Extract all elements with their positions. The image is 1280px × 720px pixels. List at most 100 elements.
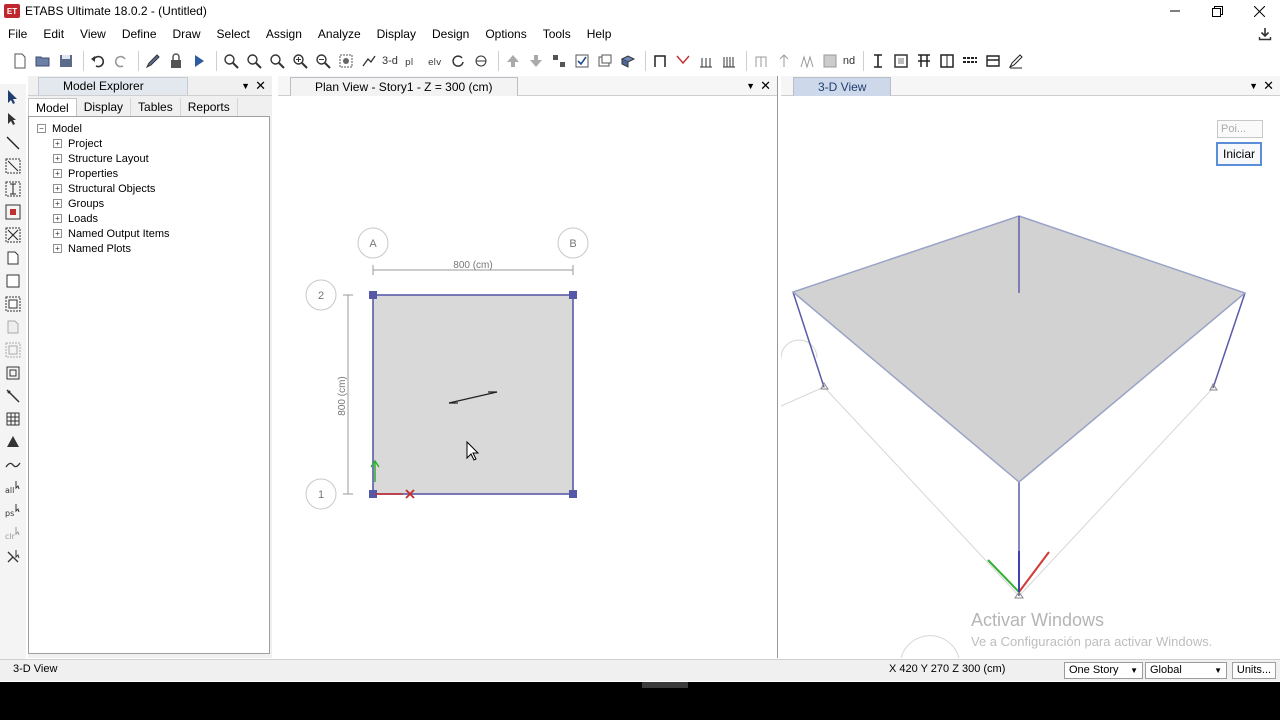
assign-button[interactable]	[983, 51, 1003, 71]
tree-item-project[interactable]: + Project	[29, 136, 269, 151]
object-shrink-button[interactable]	[549, 51, 569, 71]
new-model-button[interactable]	[10, 51, 30, 71]
menu-options[interactable]: Options	[477, 23, 534, 45]
iniciar-button[interactable]: Iniciar	[1216, 142, 1262, 166]
menu-draw[interactable]: Draw	[165, 23, 209, 45]
draw-column-button[interactable]	[3, 179, 23, 199]
expand-icon[interactable]: +	[53, 229, 62, 238]
menu-view[interactable]: View	[72, 23, 114, 45]
draw-wall-stack-button[interactable]	[3, 363, 23, 383]
close-window-button[interactable]	[1238, 0, 1280, 22]
save-button[interactable]	[56, 51, 76, 71]
minimize-button[interactable]	[1154, 0, 1196, 22]
menu-analyze[interactable]: Analyze	[310, 23, 369, 45]
tree-item-structure-layout[interactable]: + Structure Layout	[29, 151, 269, 166]
menu-display[interactable]: Display	[369, 23, 424, 45]
collapse-icon[interactable]: −	[37, 124, 46, 133]
close-icon[interactable]: ✕	[255, 78, 266, 94]
plan-canvas[interactable]: A B 2 1 800 (cm) 800 (cm)	[278, 96, 778, 658]
rotate-view-button[interactable]	[448, 51, 468, 71]
expand-icon[interactable]: +	[53, 169, 62, 178]
tab-plan-view[interactable]: Plan View - Story1 - Z = 300 (cm)	[290, 77, 518, 96]
draw-rect-slab-button[interactable]	[3, 271, 23, 291]
set-display-button[interactable]	[595, 51, 615, 71]
select-all-button[interactable]: all	[3, 478, 23, 498]
run-analysis-button[interactable]	[189, 51, 209, 71]
rubber-band-button[interactable]	[359, 51, 379, 71]
clear-selection-button[interactable]: clr	[3, 524, 23, 544]
joint-marker[interactable]	[569, 490, 577, 498]
panel-menu-arrow-icon[interactable]: ▼	[746, 81, 755, 91]
close-icon[interactable]: ✕	[1263, 78, 1274, 94]
draw-brace-button-left[interactable]	[3, 225, 23, 245]
close-icon[interactable]: ✕	[760, 78, 771, 94]
draw-brace-button[interactable]	[673, 51, 693, 71]
move-down-button[interactable]	[526, 51, 546, 71]
draw-tendon-button[interactable]	[3, 386, 23, 406]
poi-input[interactable]: Poi...	[1217, 120, 1263, 138]
draw-link-button[interactable]	[774, 51, 794, 71]
draw-grid-button[interactable]	[751, 51, 771, 71]
move-up-button[interactable]	[503, 51, 523, 71]
menu-file[interactable]: File	[0, 23, 35, 45]
pointer-button[interactable]	[3, 87, 23, 107]
intersecting-line-button[interactable]	[3, 547, 23, 567]
expand-icon[interactable]: +	[53, 154, 62, 163]
draw-area-button[interactable]	[820, 51, 840, 71]
tab-tables[interactable]: Tables	[131, 98, 181, 116]
menu-help[interactable]: Help	[579, 23, 620, 45]
zoom-out-button[interactable]	[313, 51, 333, 71]
menu-tools[interactable]: Tools	[535, 23, 579, 45]
draw-frame-button[interactable]	[650, 51, 670, 71]
elevation-view-button[interactable]: elv	[425, 51, 445, 71]
lock-button[interactable]	[166, 51, 186, 71]
view-3d-label[interactable]: 3-d	[382, 55, 398, 67]
plan-view-pane[interactable]: Plan View - Story1 - Z = 300 (cm) ▼ ✕ A …	[278, 76, 778, 658]
tree-item-structural-objects[interactable]: + Structural Objects	[29, 181, 269, 196]
select-previous-button[interactable]: ps	[3, 501, 23, 521]
draw-floor-button[interactable]	[719, 51, 739, 71]
expand-icon[interactable]: +	[53, 244, 62, 253]
expand-icon[interactable]: +	[53, 139, 62, 148]
draw-grid-left-button[interactable]	[3, 409, 23, 429]
tree-item-groups[interactable]: + Groups	[29, 196, 269, 211]
slab-area[interactable]	[372, 294, 574, 495]
draw-curve-button[interactable]	[3, 455, 23, 475]
menu-design[interactable]: Design	[424, 23, 477, 45]
toolbar-nd-label[interactable]: nd	[843, 55, 855, 67]
line-style-button[interactable]	[960, 51, 980, 71]
pan-button[interactable]	[336, 51, 356, 71]
tree-item-properties[interactable]: + Properties	[29, 166, 269, 181]
zoom-in-button[interactable]	[290, 51, 310, 71]
zoom-window-button[interactable]	[221, 51, 241, 71]
tree-item-named-plots[interactable]: + Named Plots	[29, 241, 269, 256]
coord-system-select[interactable]: Global ▼	[1145, 662, 1227, 679]
section-cut-button[interactable]	[868, 51, 888, 71]
tree-item-loads[interactable]: + Loads	[29, 211, 269, 226]
panel-menu-arrow-icon[interactable]: ▼	[1249, 81, 1258, 91]
tab-display[interactable]: Display	[77, 98, 132, 116]
show-boundary-button[interactable]	[891, 51, 911, 71]
redo-button[interactable]	[111, 51, 131, 71]
tab-3d-view[interactable]: 3-D View	[793, 77, 892, 96]
restore-button[interactable]	[1196, 0, 1238, 22]
tab-reports[interactable]: Reports	[181, 98, 238, 116]
pencil-button[interactable]	[143, 51, 163, 71]
plan-view-button[interactable]: pl	[402, 51, 422, 71]
draw-wall-left-button[interactable]	[3, 317, 23, 337]
tab-model[interactable]: Model	[28, 98, 77, 116]
3d-canvas[interactable]	[781, 96, 1280, 658]
menu-select[interactable]: Select	[209, 23, 258, 45]
draw-joint-button[interactable]	[3, 133, 23, 153]
draw-line-button[interactable]	[3, 156, 23, 176]
reshape-button[interactable]	[3, 110, 23, 130]
joint-marker[interactable]	[569, 291, 577, 299]
draw-spring-button[interactable]	[797, 51, 817, 71]
quick-draw-slab-button[interactable]	[3, 294, 23, 314]
menu-assign[interactable]: Assign	[258, 23, 310, 45]
3d-view-pane[interactable]: 3-D View ▼ ✕ Poi... Iniciar Activar Wind…	[781, 76, 1280, 658]
draw-opening-button[interactable]	[3, 340, 23, 360]
extrude-button[interactable]	[618, 51, 638, 71]
zoom-previous-button[interactable]	[244, 51, 264, 71]
zoom-extents-button[interactable]	[267, 51, 287, 71]
